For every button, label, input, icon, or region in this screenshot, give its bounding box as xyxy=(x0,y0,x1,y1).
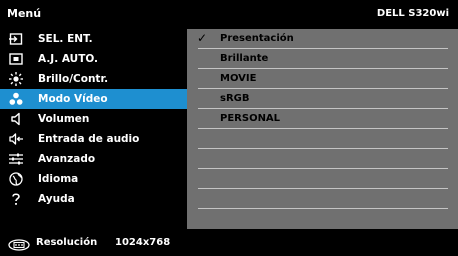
menu-item-audio-input[interactable]: Entrada de audio xyxy=(0,129,187,149)
resolution-label: Resolución xyxy=(36,237,98,248)
empty-row xyxy=(187,169,458,189)
menu-item-label: SEL. ENT. xyxy=(38,33,93,45)
status-bar: Resolución 1024x768 xyxy=(0,229,458,256)
header: Menú DELL S320wi xyxy=(0,0,458,28)
menu-item-video-mode[interactable]: Modo Vídeo xyxy=(0,89,187,109)
advanced-icon xyxy=(9,152,23,166)
language-icon xyxy=(9,172,23,186)
menu-item-advanced[interactable]: Avanzado xyxy=(0,149,187,169)
osd-menu: Menú DELL S320wi SEL. ENT. A.J. AUTO. Br… xyxy=(0,0,458,256)
menu-item-label: Volumen xyxy=(38,113,90,125)
menu-item-help[interactable]: Ayuda xyxy=(0,189,187,209)
option-presentacion[interactable]: ✓ Presentación xyxy=(187,29,458,49)
audio-input-icon xyxy=(9,132,23,146)
resolution-value: 1024x768 xyxy=(115,237,171,248)
main-menu: SEL. ENT. A.J. AUTO. Brillo/Contr. Modo … xyxy=(0,29,187,229)
empty-row xyxy=(187,129,458,149)
help-icon xyxy=(9,192,23,206)
video-mode-submenu: ✓ Presentación Brillante MOVIE sRGB PERS… xyxy=(187,29,458,229)
menu-item-label: Avanzado xyxy=(38,153,96,165)
option-label: MOVIE xyxy=(220,73,257,84)
option-label: Brillante xyxy=(220,53,269,64)
checkmark-icon: ✓ xyxy=(197,31,208,45)
menu-item-label: Brillo/Contr. xyxy=(38,73,109,85)
option-personal[interactable]: PERSONAL xyxy=(187,109,458,129)
menu-item-brightness-contrast[interactable]: Brillo/Contr. xyxy=(0,69,187,89)
option-label: Presentación xyxy=(220,33,294,44)
option-label: PERSONAL xyxy=(220,113,281,124)
menu-item-label: Modo Vídeo xyxy=(38,93,108,105)
menu-item-language[interactable]: Idioma xyxy=(0,169,187,189)
model-name: DELL S320wi xyxy=(376,8,449,19)
menu-title: Menú xyxy=(7,7,42,20)
option-movie[interactable]: MOVIE xyxy=(187,69,458,89)
brightness-icon xyxy=(9,72,23,86)
input-icon xyxy=(9,32,23,46)
option-srgb[interactable]: sRGB xyxy=(187,89,458,109)
resolution-icon xyxy=(8,236,30,251)
empty-row xyxy=(187,189,458,209)
empty-row xyxy=(187,149,458,169)
menu-item-volume[interactable]: Volumen xyxy=(0,109,187,129)
option-brillante[interactable]: Brillante xyxy=(187,49,458,69)
menu-item-label: Idioma xyxy=(38,173,79,185)
video-mode-icon xyxy=(9,92,23,106)
volume-icon xyxy=(9,112,23,126)
menu-item-sel-ent[interactable]: SEL. ENT. xyxy=(0,29,187,49)
divider xyxy=(198,208,448,209)
option-label: sRGB xyxy=(220,93,250,104)
menu-item-label: Ayuda xyxy=(38,193,75,205)
menu-item-label: Entrada de audio xyxy=(38,133,140,145)
menu-item-label: A.J. AUTO. xyxy=(38,53,99,65)
menu-item-auto-adjust[interactable]: A.J. AUTO. xyxy=(0,49,187,69)
auto-adjust-icon xyxy=(9,52,23,66)
